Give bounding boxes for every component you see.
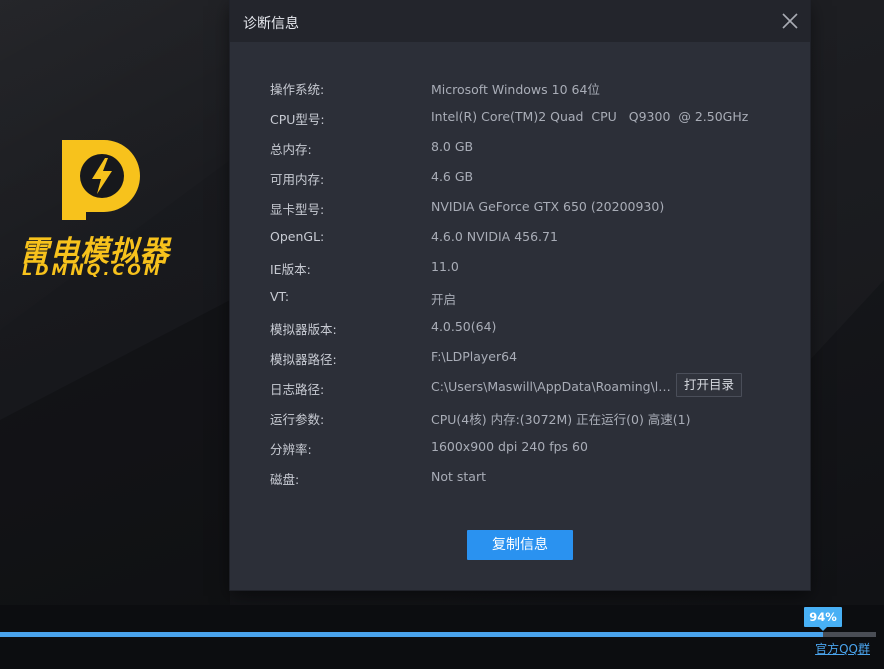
open-directory-button[interactable]: 打开目录 <box>676 373 742 397</box>
close-icon <box>782 13 798 29</box>
info-value: Not start <box>431 469 486 484</box>
diagnostics-dialog: 诊断信息 操作系统: Microsoft Windows 10 64位 CPU型… <box>230 0 810 590</box>
info-label: 操作系统: <box>270 82 325 97</box>
info-label: 模拟器路径: <box>270 352 337 367</box>
info-label: VT: <box>270 289 290 304</box>
info-value: 4.0.50(64) <box>431 319 497 334</box>
progress-fill <box>0 632 823 637</box>
info-value: CPU(4核) 内存:(3072M) 正在运行(0) 高速(1) <box>431 412 691 427</box>
info-row-emulator-path: 模拟器路径: F:\LDPlayer64 <box>270 342 790 372</box>
info-value: Intel(R) Core(TM)2 Quad CPU Q9300 @ 2.50… <box>431 109 749 124</box>
info-row-disk: 磁盘: Not start <box>270 462 790 492</box>
lightning-bolt-icon <box>62 140 140 220</box>
info-row-gpu: 显卡型号: NVIDIA GeForce GTX 650 (20200930) <box>270 192 790 222</box>
info-label: IE版本: <box>270 262 311 277</box>
info-row-ie-version: IE版本: 11.0 <box>270 252 790 282</box>
info-value: C:\Users\Maswill\AppData\Roaming\leidian <box>431 379 671 394</box>
dialog-header: 诊断信息 <box>230 0 810 42</box>
info-label: 分辨率: <box>270 442 312 457</box>
copy-info-button[interactable]: 复制信息 <box>467 530 573 560</box>
status-bar: 94% 官方QQ群 <box>0 605 884 669</box>
info-label: 显卡型号: <box>270 202 325 217</box>
info-label: CPU型号: <box>270 112 325 127</box>
info-row-log-path: 日志路径: C:\Users\Maswill\AppData\Roaming\l… <box>270 372 790 402</box>
info-label: 总内存: <box>270 142 312 157</box>
close-button[interactable] <box>780 11 800 31</box>
info-label: 模拟器版本: <box>270 322 337 337</box>
info-value: F:\LDPlayer64 <box>431 349 518 364</box>
info-value: 4.6 GB <box>431 169 474 184</box>
info-row-emulator-version: 模拟器版本: 4.0.50(64) <box>270 312 790 342</box>
info-value: NVIDIA GeForce GTX 650 (20200930) <box>431 199 665 214</box>
info-label: 运行参数: <box>270 412 325 427</box>
official-qq-group-link[interactable]: 官方QQ群 <box>815 640 870 657</box>
info-label: 磁盘: <box>270 472 300 487</box>
info-row-os: 操作系统: Microsoft Windows 10 64位 <box>270 72 790 102</box>
progress-percent-badge: 94% <box>804 607 842 631</box>
brand-logo: 雷电模拟器 LDMNQ.COM <box>16 132 186 282</box>
info-value: 11.0 <box>431 259 459 274</box>
info-label: OpenGL: <box>270 229 325 244</box>
info-list: 操作系统: Microsoft Windows 10 64位 CPU型号: In… <box>270 72 790 492</box>
info-value: 8.0 GB <box>431 139 474 154</box>
info-row-opengl: OpenGL: 4.6.0 NVIDIA 456.71 <box>270 222 790 252</box>
brand-name-en: LDMNQ.COM <box>22 260 163 279</box>
dialog-title: 诊断信息 <box>243 16 299 32</box>
progress-bar <box>0 632 876 637</box>
info-row-cpu: CPU型号: Intel(R) Core(TM)2 Quad CPU Q9300… <box>270 102 790 132</box>
info-row-available-memory: 可用内存: 4.6 GB <box>270 162 790 192</box>
info-value: Microsoft Windows 10 64位 <box>431 82 600 97</box>
info-value: 1600x900 dpi 240 fps 60 <box>431 439 588 454</box>
info-label: 可用内存: <box>270 172 325 187</box>
info-value: 4.6.0 NVIDIA 456.71 <box>431 229 558 244</box>
app-window: 雷电模拟器 LDMNQ.COM 诊断信息 操作系统: Microsoft Win… <box>0 0 884 669</box>
info-label: 日志路径: <box>270 382 325 397</box>
info-row-run-params: 运行参数: CPU(4核) 内存:(3072M) 正在运行(0) 高速(1) <box>270 402 790 432</box>
info-value: 开启 <box>431 292 457 307</box>
info-row-total-memory: 总内存: 8.0 GB <box>270 132 790 162</box>
info-row-vt: VT: 开启 <box>270 282 790 312</box>
info-row-resolution: 分辨率: 1600x900 dpi 240 fps 60 <box>270 432 790 462</box>
